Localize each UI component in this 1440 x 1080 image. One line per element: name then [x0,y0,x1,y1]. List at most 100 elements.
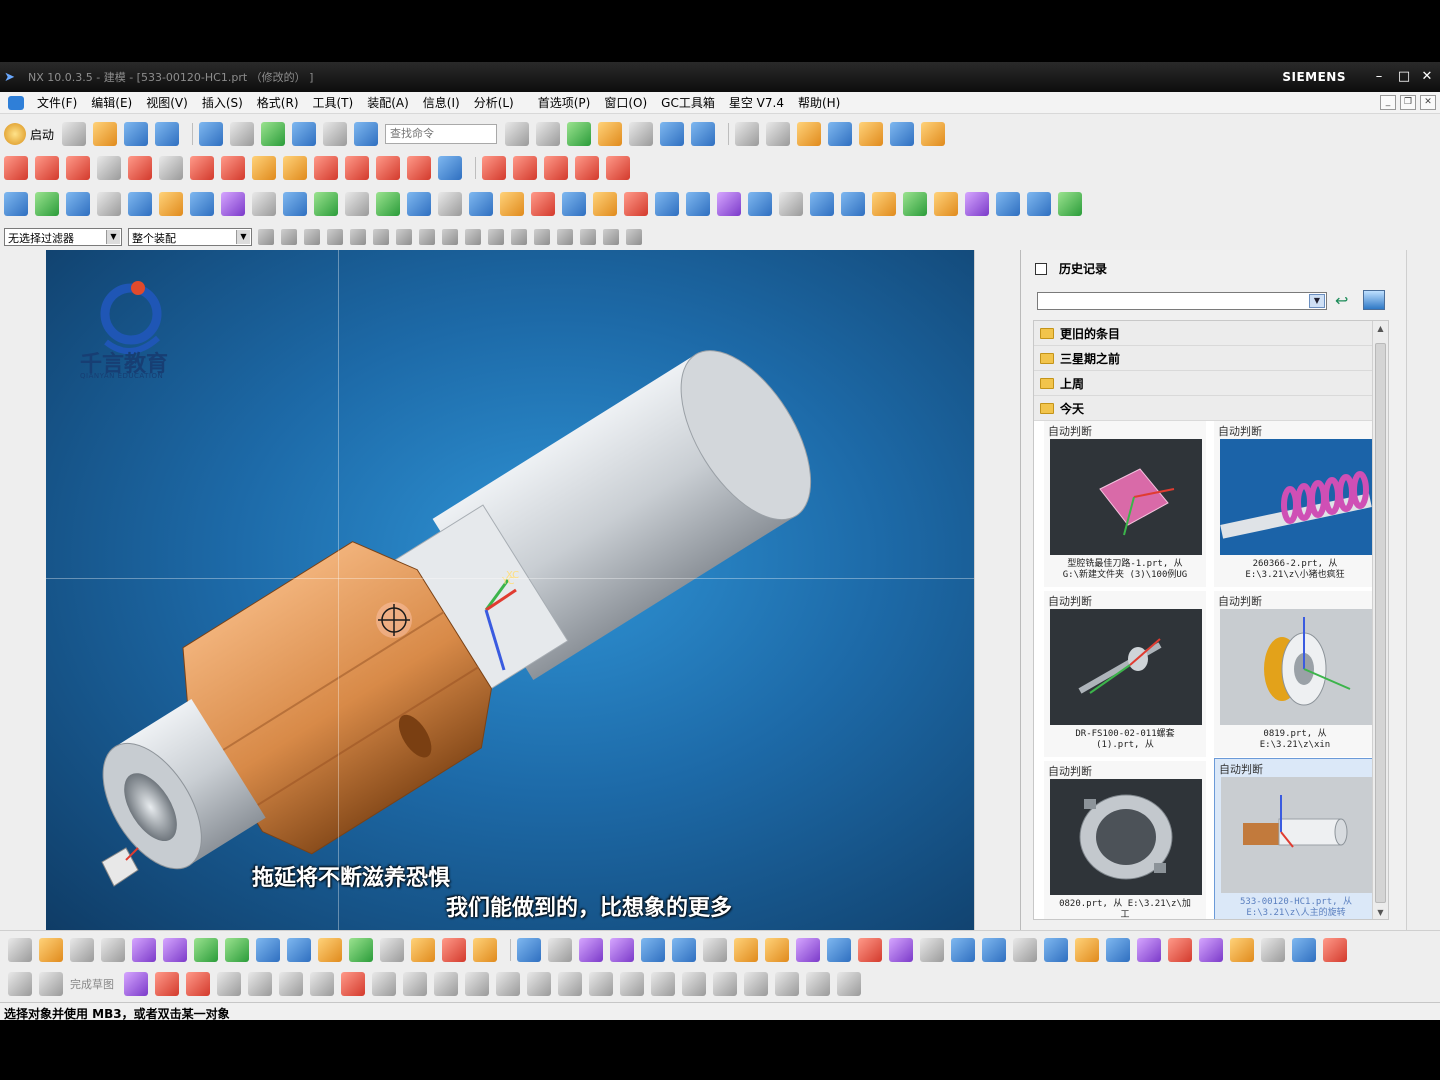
offset-face-icon[interactable] [500,192,524,216]
history-back-icon[interactable]: ↩ [1335,292,1355,310]
bookmark-icon[interactable] [987,664,1009,686]
point-on-curve-icon[interactable] [580,229,596,245]
cam-icon[interactable] [903,192,927,216]
role-icon[interactable] [1413,692,1435,714]
view-back-icon[interactable] [987,456,1009,478]
finish-sketch-icon[interactable] [39,972,63,996]
divide-curve-icon[interactable] [513,156,537,180]
sketch-relations-icon[interactable] [775,972,799,996]
spline-icon[interactable] [252,156,276,180]
measure-distance-icon[interactable] [828,122,853,146]
star-icon[interactable] [1230,938,1254,962]
save-as-icon[interactable] [155,122,180,146]
midpoint-icon[interactable] [442,229,458,245]
reuse-library-icon[interactable] [1413,436,1435,458]
new-file-icon[interactable] [62,122,87,146]
select-face-icon[interactable] [327,229,343,245]
color-icon[interactable] [442,938,466,962]
sketch-derived-icon[interactable] [713,972,737,996]
manufacturing-wizard-icon[interactable] [1413,780,1435,802]
settings-gear-icon[interactable] [1413,258,1435,280]
menu-format[interactable]: 格式(R) [250,94,306,111]
sketch-polyline-icon[interactable] [341,972,365,996]
menu-information[interactable]: 信息(I) [416,94,467,111]
studio-icon[interactable] [987,630,1009,652]
history-scrollbar[interactable]: ▲ ▼ [1372,321,1388,919]
split-body-icon[interactable] [562,192,586,216]
grid-icon[interactable] [996,192,1020,216]
flag-icon[interactable] [579,938,603,962]
measure-angle-icon[interactable] [859,122,884,146]
subtract-icon[interactable] [624,192,648,216]
arrow-right-green-icon[interactable] [225,938,249,962]
menu-preferences[interactable]: 首选项(P) [531,94,598,111]
arrow-left-icon[interactable] [132,938,156,962]
open-folder-icon[interactable] [93,122,118,146]
network-icon[interactable] [1137,938,1161,962]
rectangle-select-icon[interactable] [350,229,366,245]
ruler-icon[interactable] [921,122,946,146]
view-fit-icon[interactable] [691,122,716,146]
sketch-dimension-icon[interactable] [558,972,582,996]
arc-icon[interactable] [66,156,90,180]
fillet-curve-icon[interactable] [544,156,568,180]
grid-red-icon[interactable] [1168,938,1192,962]
sketch-corner-icon[interactable] [496,972,520,996]
sync-delete-icon[interactable] [12,768,34,790]
slot-icon[interactable] [252,192,276,216]
assembly-navigator-icon[interactable] [1413,306,1435,328]
offset-curve-icon[interactable] [314,156,338,180]
pattern-icon[interactable] [97,192,121,216]
pattern-feature-icon[interactable] [12,526,34,548]
layer-cube-icon[interactable] [318,938,342,962]
tool-path-icon[interactable] [934,192,958,216]
assembly-icon[interactable] [610,938,634,962]
icam-icon[interactable] [872,192,896,216]
move-face-icon[interactable] [686,192,710,216]
maximize-button[interactable]: □ [1395,68,1413,86]
sphere-icon[interactable] [12,392,34,414]
shading-icon[interactable] [567,122,592,146]
intersect-curve-icon[interactable] [376,156,400,180]
draft-icon[interactable] [469,192,493,216]
sketch-project-icon[interactable] [651,972,675,996]
page-icon[interactable] [101,938,125,962]
sync-offset-icon[interactable] [12,704,34,726]
history-entry[interactable]: 自动判断 0820.prt, 从 E:\3.21\z\加 工 [1044,761,1206,919]
helix-icon[interactable] [283,156,307,180]
transform-icon[interactable] [380,938,404,962]
patch-icon[interactable] [841,192,865,216]
paint-icon[interactable] [411,938,435,962]
orient-view-icon[interactable] [536,122,561,146]
sync-replace-icon[interactable] [12,800,34,822]
hook-icon[interactable] [1292,938,1316,962]
arrow-left-green-icon[interactable] [194,938,218,962]
polygon-icon[interactable] [190,156,214,180]
graphics-viewport[interactable]: YC XC 千言教育 QIANYAN EDUCATION 拖延将不断滋养恐惧 我… [46,250,974,930]
scroll-down-icon[interactable]: ▼ [1373,905,1388,919]
folder-open-bottom-icon[interactable] [473,938,497,962]
menu-analysis[interactable]: 分析(L) [467,94,521,111]
clock-icon[interactable] [1413,606,1435,628]
pattern-component-icon[interactable] [889,938,913,962]
wcs-icon[interactable] [797,122,822,146]
cube-icon[interactable] [641,938,665,962]
delete-face-icon[interactable] [748,192,772,216]
circle-target-icon[interactable] [1199,938,1223,962]
sketch-mirror-icon[interactable] [589,972,613,996]
start-button[interactable]: 启动 [4,123,54,145]
select-feature-icon[interactable] [304,229,320,245]
eraser-icon[interactable] [765,938,789,962]
component-icon[interactable] [548,938,572,962]
sketch-trim-icon[interactable] [434,972,458,996]
block-icon[interactable] [12,296,34,318]
history-folder-older[interactable]: 更旧的条目 [1034,321,1388,346]
pocket-icon[interactable] [190,192,214,216]
sync-move-icon[interactable] [12,672,34,694]
pad-icon[interactable] [221,192,245,216]
doc-minimize-button[interactable]: _ [1380,95,1396,110]
select-body-icon[interactable] [373,229,389,245]
drag-icon[interactable] [982,938,1006,962]
thread-icon[interactable] [345,192,369,216]
route-icon[interactable] [517,938,541,962]
